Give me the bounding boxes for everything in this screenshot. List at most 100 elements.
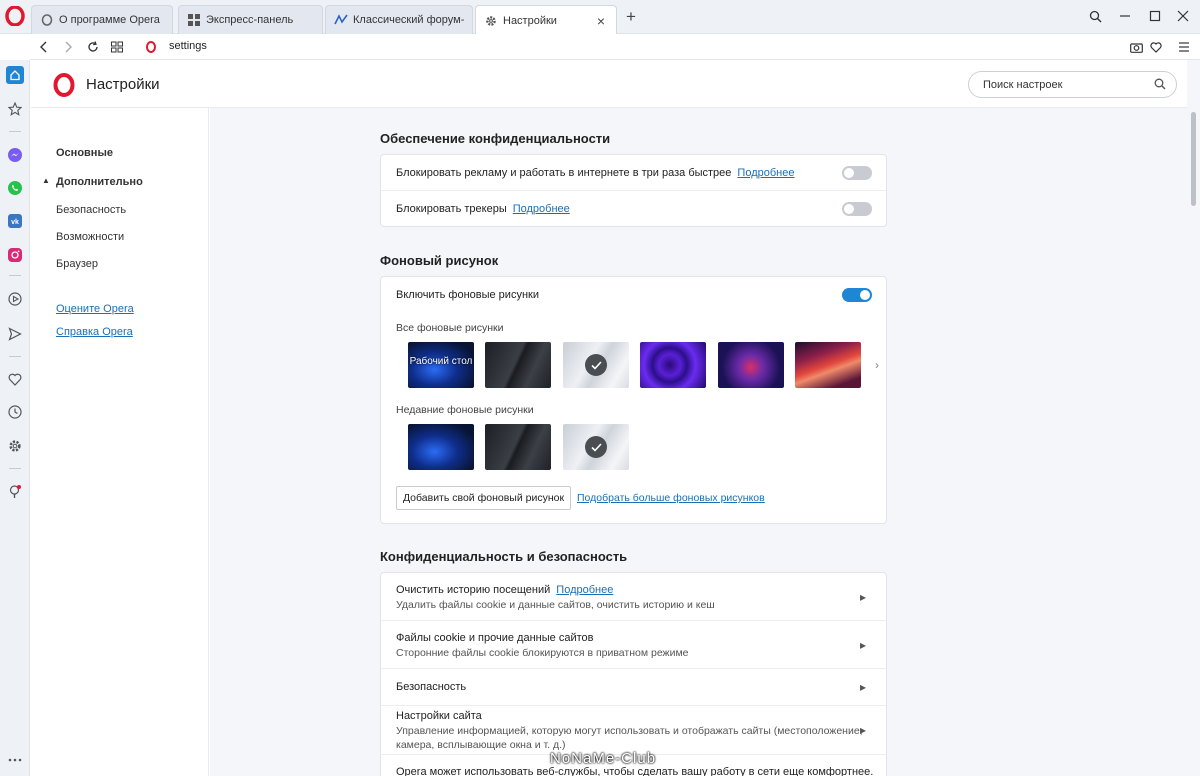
wallpaper-light-waves[interactable]: [563, 342, 629, 388]
settings-header: Настройки: [31, 60, 1187, 108]
home-icon[interactable]: [6, 66, 24, 84]
security-card: Очистить историю посещений Подробнее Удал…: [380, 572, 887, 776]
close-tab-icon[interactable]: ×: [594, 13, 608, 29]
tab-speed-dial[interactable]: Экспресс-панель: [178, 5, 323, 34]
messenger-icon[interactable]: [6, 146, 24, 164]
opera-icon: [40, 13, 54, 27]
block-trackers-toggle[interactable]: [842, 202, 872, 216]
recent-wallpaper-blue[interactable]: [408, 424, 474, 470]
tab-about-opera[interactable]: О программе Opera: [31, 5, 173, 34]
sidebar-divider: [9, 356, 21, 357]
page-title: Настройки: [86, 76, 160, 93]
whatsapp-icon[interactable]: [6, 179, 24, 197]
recent-wallpaper-light[interactable]: [563, 424, 629, 470]
tab-settings[interactable]: Настройки ×: [475, 5, 617, 35]
opera-help-link[interactable]: Справка Opera: [56, 326, 133, 338]
instagram-icon[interactable]: [6, 246, 24, 264]
search-tabs-icon[interactable]: [1084, 6, 1106, 26]
speed-dial-icon[interactable]: [107, 37, 127, 57]
settings-icon[interactable]: [6, 437, 24, 455]
block-trackers-more-link[interactable]: Подробнее: [513, 203, 570, 215]
easy-setup-icon[interactable]: [1174, 37, 1194, 57]
minimize-icon[interactable]: [1114, 6, 1136, 26]
tab-label: Классический форум-тре: [353, 14, 464, 26]
player-icon[interactable]: [6, 290, 24, 308]
site-settings-title: Настройки сайта: [396, 710, 482, 722]
url-field[interactable]: settings: [169, 40, 207, 52]
opera-menu-icon[interactable]: [5, 5, 25, 27]
clear-history-title: Очистить историю посещений: [396, 584, 551, 596]
search-input[interactable]: [983, 79, 1143, 91]
nav-features[interactable]: Возможности: [56, 231, 124, 243]
enable-wallpapers-label: Включить фоновые рисунки: [396, 289, 539, 301]
site-settings-row[interactable]: Настройки сайта Управление информацией, …: [381, 706, 886, 755]
opera-logo-icon: [53, 73, 75, 97]
wallpaper-red-waves[interactable]: [795, 342, 861, 388]
clear-history-row[interactable]: Очистить историю посещений Подробнее Удал…: [381, 573, 886, 621]
tab-strip: О программе Opera Экспресс-панель Класси…: [0, 0, 1200, 35]
history-icon[interactable]: [6, 403, 24, 421]
sidebar-divider: [9, 275, 21, 276]
wallpaper-neon-figure[interactable]: [718, 342, 784, 388]
maximize-icon[interactable]: [1144, 6, 1166, 26]
gear-icon: [484, 14, 498, 28]
rate-opera-link[interactable]: Оцените Opera: [56, 303, 134, 315]
site-settings-sub: Управление информацией, которую могут ис…: [396, 725, 863, 737]
security-row[interactable]: Безопасность ▸: [381, 669, 886, 706]
section-title-privacy: Обеспечение конфиденциальности: [380, 131, 611, 146]
chevron-right-icon: ▸: [859, 638, 866, 652]
settings-content: Обеспечение конфиденциальности Блокирова…: [210, 108, 1187, 776]
sidebar-divider: [9, 468, 21, 469]
clear-history-sub: Удалить файлы cookie и данные сайтов, оч…: [396, 599, 715, 611]
bookmarks-icon[interactable]: [6, 100, 24, 118]
scrollbar[interactable]: [1187, 60, 1200, 776]
nav-advanced[interactable]: Дополнительно: [56, 176, 143, 188]
nav-security[interactable]: Безопасность: [56, 204, 126, 216]
site-opera-icon: [141, 37, 161, 57]
recent-wallpaper-dark[interactable]: [485, 424, 551, 470]
selected-check-icon: [585, 436, 607, 458]
add-wallpaper-button[interactable]: Добавить свой фоновый рисунок: [396, 486, 571, 510]
tips-bulb-icon[interactable]: [6, 483, 24, 501]
tab-label: О программе Opera: [59, 14, 160, 26]
cookies-row[interactable]: Файлы cookie и прочие данные сайтов Стор…: [381, 621, 886, 669]
close-window-icon[interactable]: [1172, 6, 1194, 26]
more-icon[interactable]: [6, 751, 24, 769]
block-trackers-row: Блокировать трекеры Подробнее: [381, 191, 886, 227]
all-wallpapers-label: Все фоновые рисунки: [396, 322, 504, 334]
settings-search[interactable]: [968, 71, 1177, 98]
settings-nav: Основные ▲ Дополнительно Безопасность Во…: [31, 108, 209, 776]
snapshot-icon[interactable]: [1126, 37, 1146, 57]
site-settings-sub2: камера, всплывающие окна и т. д.): [396, 739, 566, 751]
enable-wallpapers-toggle[interactable]: [842, 288, 872, 302]
reload-icon[interactable]: [83, 37, 103, 57]
wallpaper-desktop[interactable]: Рабочий стол: [408, 342, 474, 388]
heart-icon[interactable]: [1146, 37, 1166, 57]
selected-check-icon: [585, 354, 607, 376]
wallpaper-dark-waves[interactable]: [485, 342, 551, 388]
recent-wallpapers-label: Недавние фоновые рисунки: [396, 404, 534, 416]
new-tab-button[interactable]: +: [622, 8, 640, 26]
wallpaper-purple-vortex[interactable]: [640, 342, 706, 388]
forward-icon[interactable]: [58, 37, 78, 57]
nav-browser[interactable]: Браузер: [56, 258, 98, 270]
block-ads-text: Блокировать рекламу и работать в интерне…: [396, 167, 794, 179]
more-wallpapers-link[interactable]: Подобрать больше фоновых рисунков: [577, 492, 765, 504]
next-wallpapers-icon[interactable]: ›: [875, 358, 879, 372]
block-ads-more-link[interactable]: Подробнее: [737, 167, 794, 179]
watermark: NoNaMe-Club: [550, 750, 657, 767]
tab-forum[interactable]: Классический форум-тре: [325, 5, 473, 34]
svg-text:vk: vk: [11, 219, 19, 226]
scrollbar-thumb[interactable]: [1191, 112, 1196, 206]
my-flow-heart-icon[interactable]: [6, 370, 24, 388]
collapse-arrow-icon[interactable]: ▲: [42, 176, 50, 185]
sidebar-divider: [9, 131, 21, 132]
back-icon[interactable]: [34, 37, 54, 57]
wallpaper-card: Включить фоновые рисунки Все фоновые рис…: [380, 276, 887, 524]
clear-history-text: Очистить историю посещений Подробнее: [396, 584, 613, 596]
clear-history-more-link[interactable]: Подробнее: [556, 584, 613, 596]
nav-basic[interactable]: Основные: [56, 147, 113, 159]
send-icon[interactable]: [6, 325, 24, 343]
block-ads-toggle[interactable]: [842, 166, 872, 180]
vk-icon[interactable]: vk: [6, 212, 24, 230]
